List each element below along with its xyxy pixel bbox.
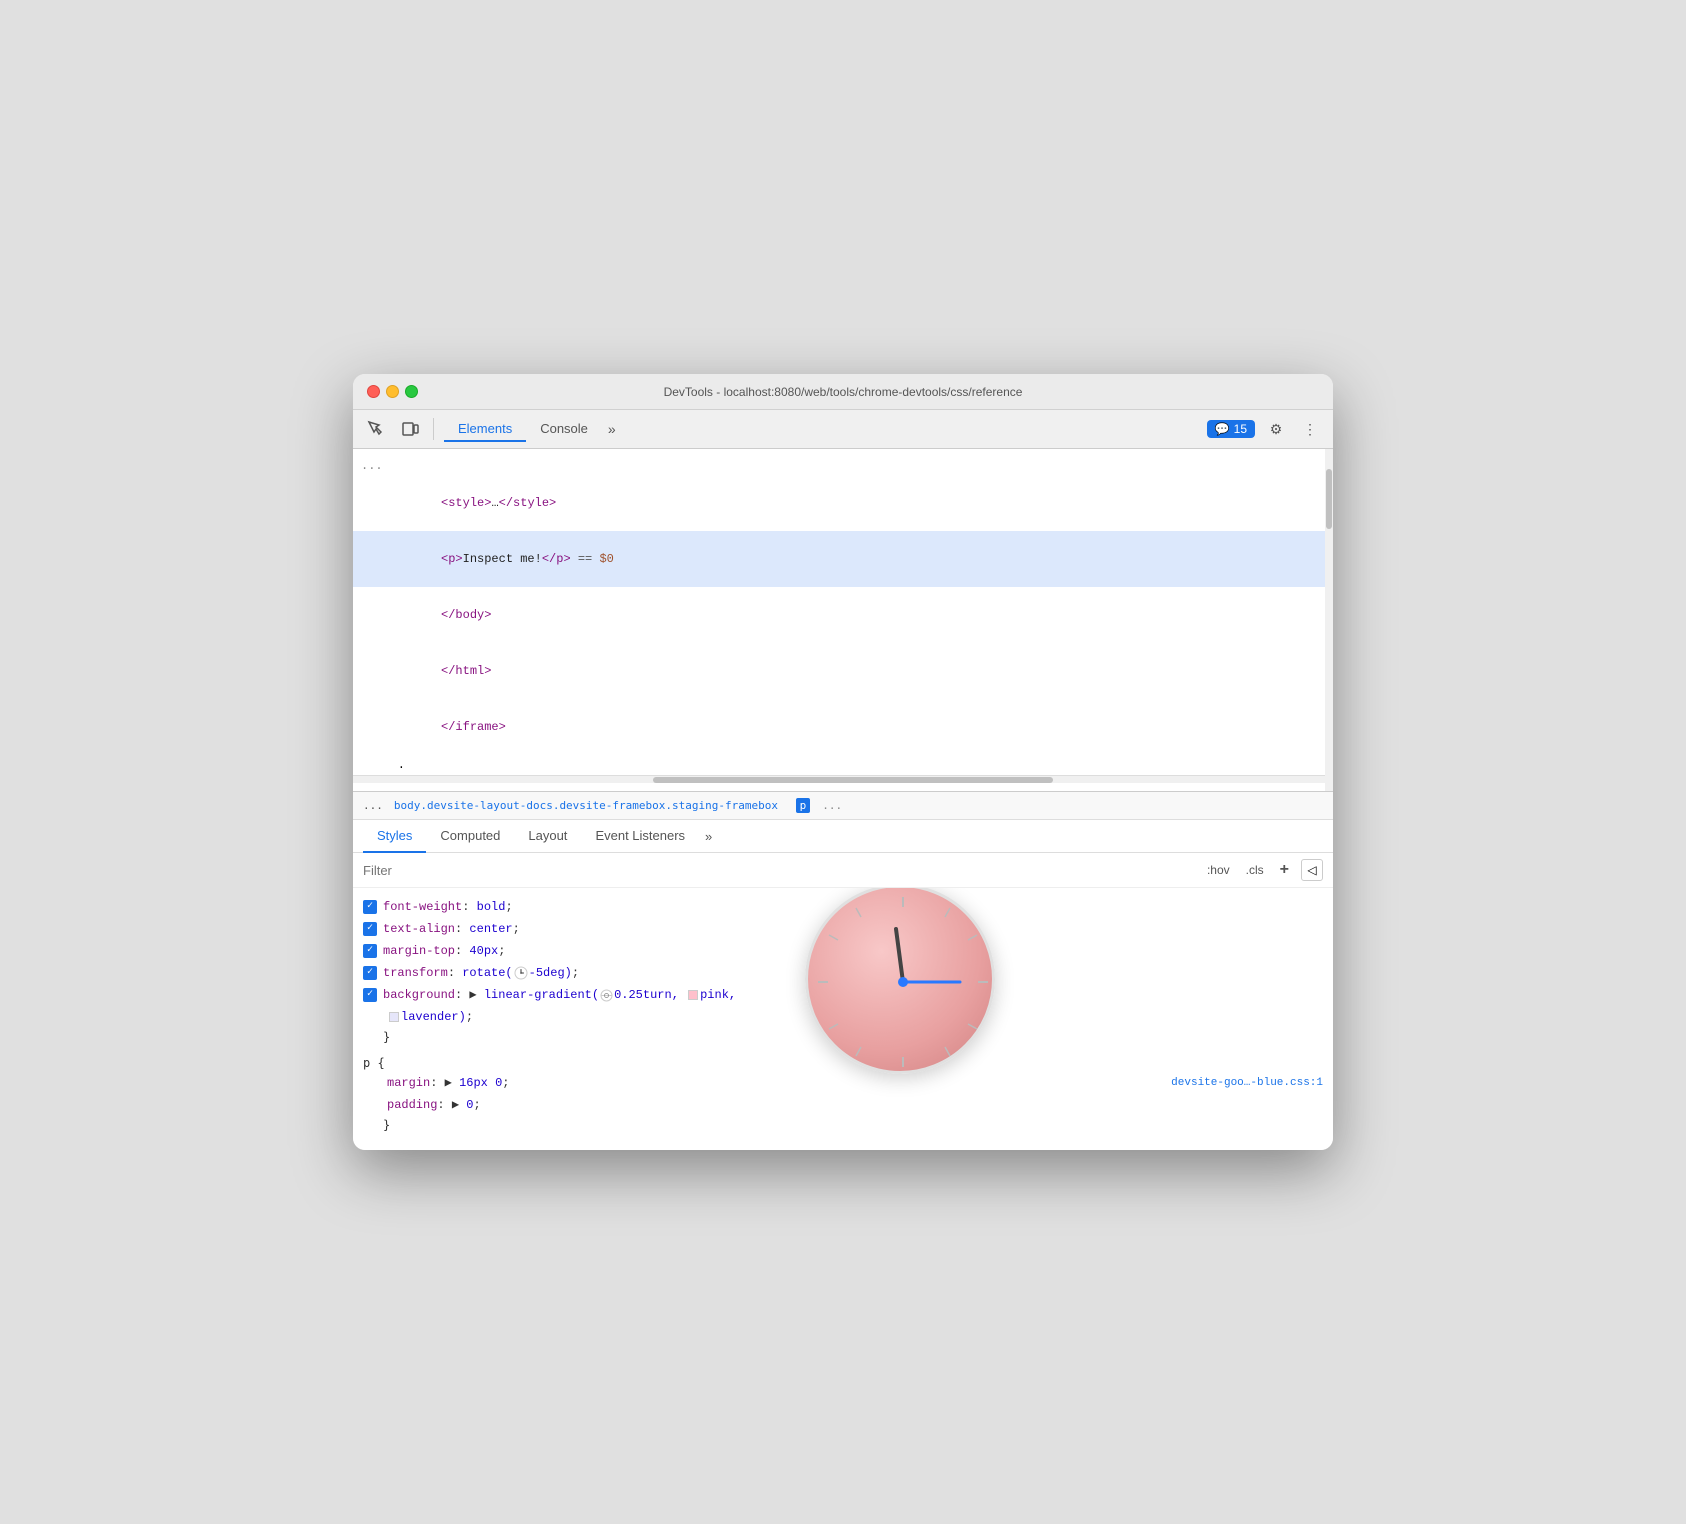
filter-bar: :hov .cls + ◁	[353, 853, 1333, 888]
html-ellipsis: ...	[353, 457, 1333, 475]
color-swatch-pink[interactable]	[688, 990, 698, 1000]
menu-icon[interactable]: ⋮	[1297, 416, 1323, 442]
checkbox-text-align[interactable]	[363, 922, 377, 936]
tab-computed[interactable]: Computed	[426, 820, 514, 853]
css-rules: font-weight : bold ; text-align : center…	[353, 888, 1333, 1150]
vertical-scrollbar-thumb[interactable]	[1326, 469, 1332, 529]
badge-count: 15	[1234, 422, 1247, 436]
rule2-closing-brace: }	[363, 1116, 1323, 1134]
settings-icon[interactable]: ⚙	[1263, 416, 1289, 442]
styles-tabs: Styles Computed Layout Event Listeners »	[353, 820, 1333, 853]
breadcrumb-bar: ... body.devsite-layout-docs.devsite-fra…	[353, 792, 1333, 820]
add-style-button[interactable]: +	[1276, 859, 1293, 881]
badge-icon: 💬	[1215, 422, 1230, 436]
breadcrumb-p[interactable]: p	[796, 798, 811, 813]
horizontal-scrollbar-thumb[interactable]	[653, 777, 1053, 783]
toggle-sidebar-button[interactable]: ◁	[1301, 859, 1323, 881]
css-prop-padding[interactable]: padding : ▶ 0 ;	[363, 1094, 1323, 1116]
vertical-scrollbar[interactable]	[1325, 449, 1333, 791]
more-tabs-button[interactable]: »	[602, 417, 622, 442]
traffic-lights	[367, 385, 418, 398]
clock-face	[805, 888, 995, 1074]
toolbar-right: 💬 15 ⚙ ⋮	[1207, 416, 1323, 442]
devtools-window: DevTools - localhost:8080/web/tools/chro…	[353, 374, 1333, 1150]
breadcrumb-separator	[785, 799, 792, 812]
breadcrumb-body[interactable]: body.devsite-layout-docs.devsite-framebo…	[391, 798, 781, 813]
html-line-p[interactable]: <p>Inspect me!</p> == $0	[353, 531, 1333, 587]
gradient-circle-icon	[600, 989, 613, 1002]
cls-button[interactable]: .cls	[1242, 861, 1268, 879]
checkbox-background[interactable]	[363, 988, 377, 1002]
filter-input[interactable]	[363, 863, 1203, 878]
clock-icon	[514, 966, 528, 980]
window-title: DevTools - localhost:8080/web/tools/chro…	[664, 385, 1023, 399]
css-source-link[interactable]: devsite-goo…-blue.css:1	[1171, 1073, 1323, 1093]
toolbar-separator	[433, 418, 434, 440]
maximize-button[interactable]	[405, 385, 418, 398]
filter-actions: :hov .cls + ◁	[1203, 859, 1323, 881]
device-toggle-icon[interactable]	[397, 416, 423, 442]
tab-more[interactable]: »	[699, 821, 718, 852]
color-swatch-lavender[interactable]	[389, 1012, 399, 1022]
inspect-icon[interactable]	[363, 416, 389, 442]
breadcrumb-more[interactable]: ...	[822, 799, 842, 812]
html-panel: ... <style>…</style> <p>Inspect me!</p> …	[353, 449, 1333, 792]
tab-styles[interactable]: Styles	[363, 820, 426, 853]
html-line-dot: .	[353, 755, 1333, 775]
checkbox-font-weight[interactable]	[363, 900, 377, 914]
messages-badge[interactable]: 💬 15	[1207, 420, 1255, 438]
tab-console[interactable]: Console	[526, 417, 602, 442]
checkbox-margin-top[interactable]	[363, 944, 377, 958]
main-tabs: Elements Console »	[444, 417, 1199, 442]
breadcrumb-dots[interactable]: ...	[363, 799, 383, 812]
css-rule-block-2: p { margin : ▶ 16px 0 ; devsite-goo…-blu…	[363, 1054, 1323, 1134]
devtools-toolbar: Elements Console » 💬 15 ⚙ ⋮	[353, 410, 1333, 449]
html-line-style[interactable]: <style>…</style>	[353, 475, 1333, 531]
title-bar: DevTools - localhost:8080/web/tools/chro…	[353, 374, 1333, 410]
clock-ticks	[808, 888, 998, 1077]
html-line-html-close[interactable]: </html>	[353, 643, 1333, 699]
hov-button[interactable]: :hov	[1203, 861, 1234, 879]
clock-overlay	[805, 888, 995, 1074]
tab-event-listeners[interactable]: Event Listeners	[581, 820, 699, 853]
checkbox-transform[interactable]	[363, 966, 377, 980]
close-button[interactable]	[367, 385, 380, 398]
tab-elements[interactable]: Elements	[444, 417, 526, 442]
html-line-iframe-close[interactable]: </iframe>	[353, 699, 1333, 755]
tab-layout[interactable]: Layout	[514, 820, 581, 853]
minimize-button[interactable]	[386, 385, 399, 398]
horizontal-scrollbar[interactable]	[353, 775, 1333, 783]
styles-panel: Styles Computed Layout Event Listeners »…	[353, 820, 1333, 1150]
html-line-body-close[interactable]: </body>	[353, 587, 1333, 643]
